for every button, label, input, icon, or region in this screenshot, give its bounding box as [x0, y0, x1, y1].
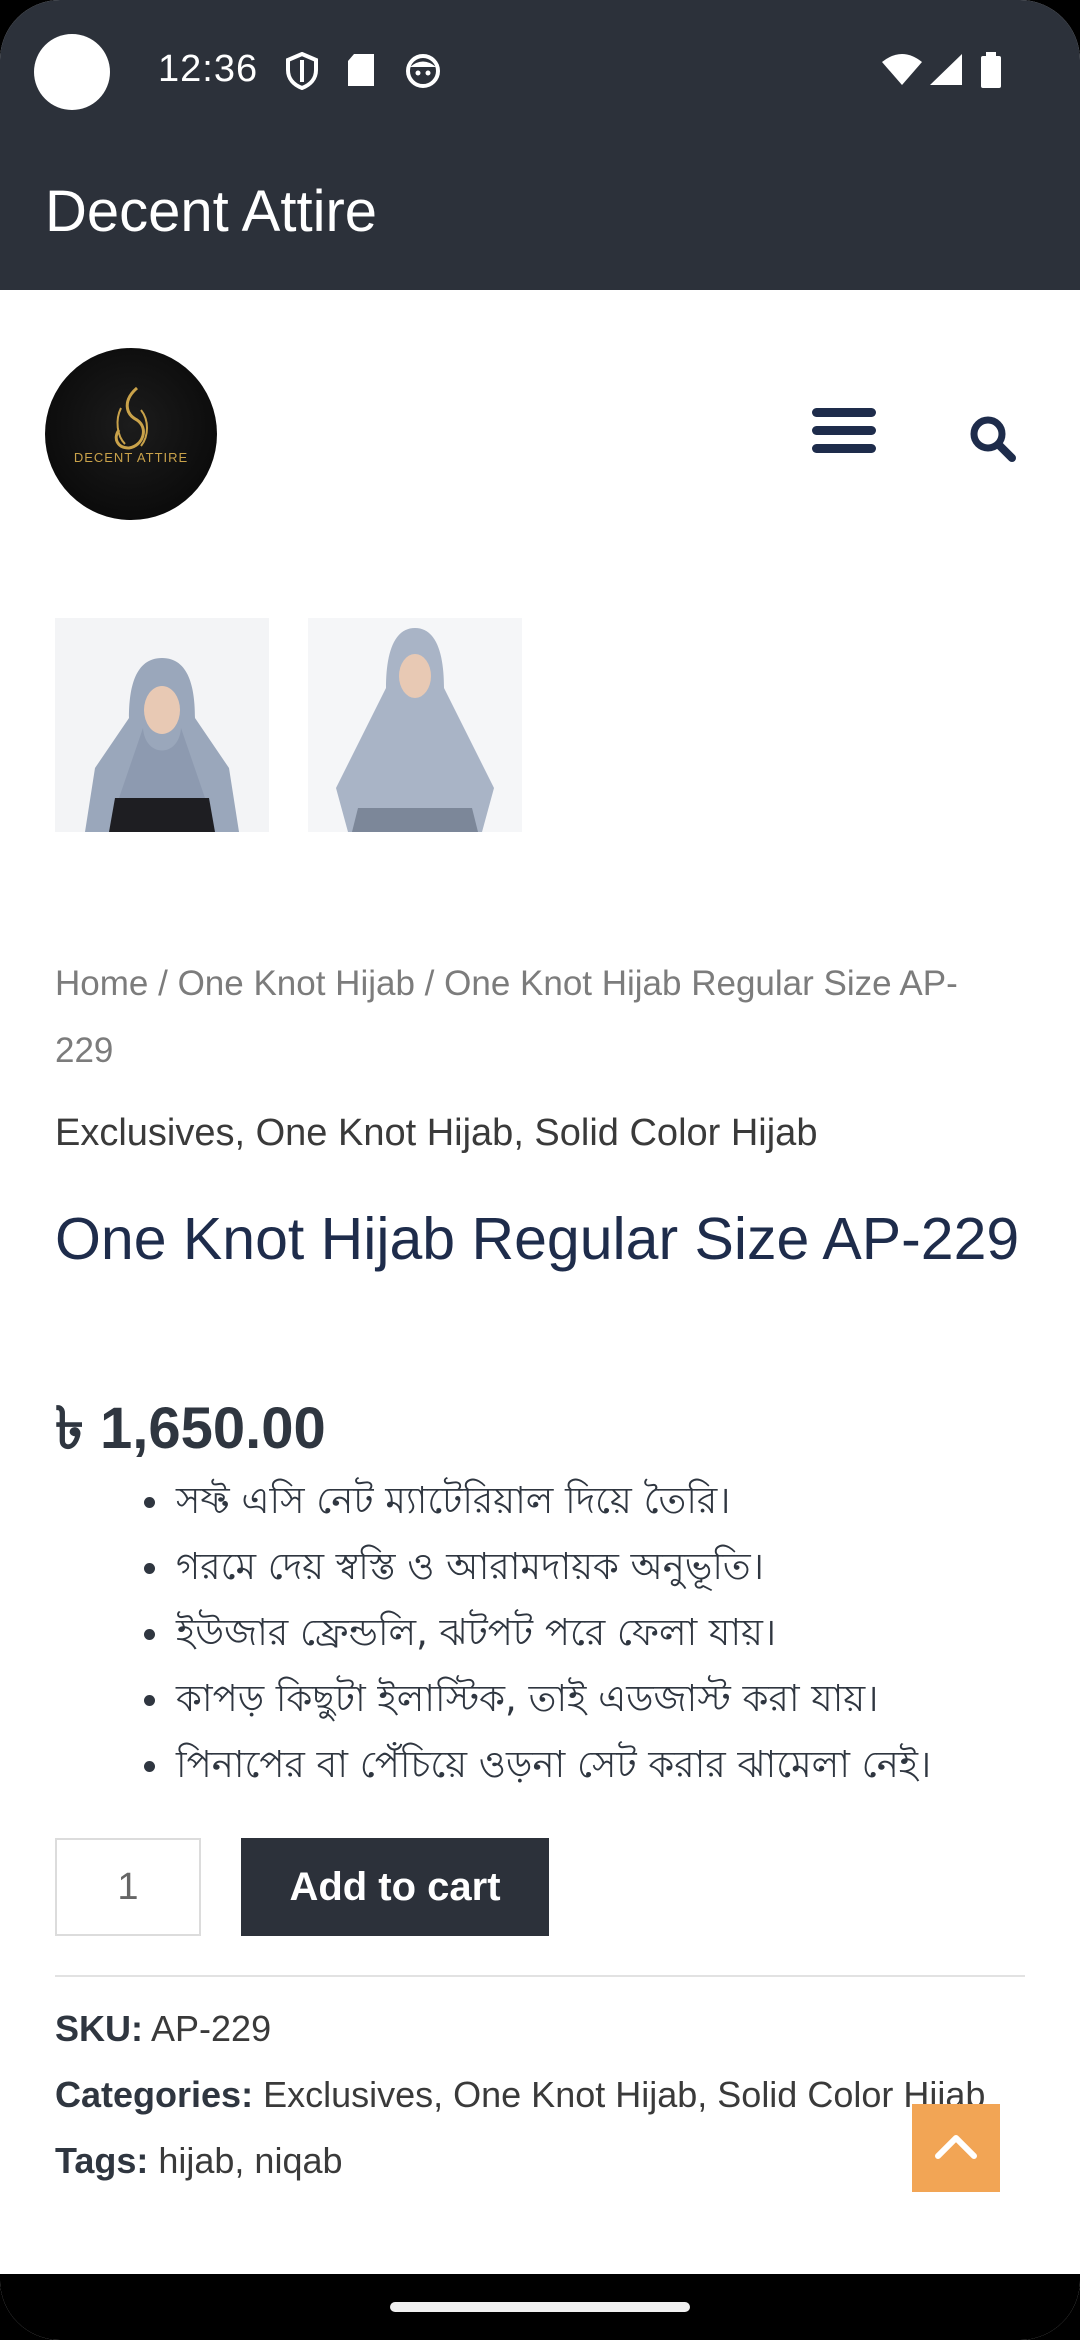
wifi-icon: [882, 54, 922, 85]
scroll-to-top-button[interactable]: [912, 2104, 1000, 2192]
tags-label: Tags:: [55, 2140, 149, 2181]
logo-mark-icon: [114, 386, 148, 450]
sku-row: SKU: AP-229: [55, 2008, 271, 2050]
divider: [55, 1975, 1025, 1977]
logo-text: DECENT ATTIRE: [73, 450, 189, 465]
feature-item: কাপড় কিছুটা ইলাস্টিক, তাই এডজাস্ট করা য…: [140, 1666, 931, 1732]
feature-item: সফ্ট এসি নেট ম্যাটেরিয়াল দিয়ে তৈরি।: [140, 1468, 931, 1534]
screen: 12:36 Decent Attire DECENT ATTIRE Home /…: [0, 0, 1080, 2340]
product-categories-links[interactable]: Exclusives, One Knot Hijab, Solid Color …: [55, 1112, 817, 1155]
breadcrumb: Home / One Knot Hijab / One Knot Hijab R…: [55, 950, 1015, 1084]
categories-label: Categories:: [55, 2074, 254, 2115]
breadcrumb-separator: /: [148, 964, 178, 1003]
face-icon: [406, 54, 440, 88]
app-bar: Decent Attire: [0, 142, 1080, 290]
status-bar: 12:36: [0, 0, 1080, 142]
search-button[interactable]: [968, 414, 1018, 464]
shield-icon: [286, 52, 318, 90]
menu-button[interactable]: [812, 408, 876, 458]
battery-icon: [981, 52, 1001, 88]
signal-icon: [930, 54, 962, 85]
chevron-up-icon: [935, 2135, 977, 2159]
add-to-cart-button[interactable]: Add to cart: [241, 1838, 549, 1936]
site-logo[interactable]: DECENT ATTIRE: [45, 348, 217, 520]
status-time: 12:36: [158, 48, 259, 90]
tags-row: Tags: hijab, niqab: [55, 2140, 343, 2182]
product-price: ৳ 1,650.00: [55, 1396, 326, 1461]
quantity-input[interactable]: [55, 1838, 201, 1936]
feature-item: ইউজার ফ্রেন্ডলি, ঝটপট পরে ফেলা যায়।: [140, 1600, 931, 1666]
sd-card-icon: [348, 54, 374, 86]
feature-item: পিনাপের বা পেঁচিয়ে ওড়না সেট করার ঝামেল…: [140, 1732, 931, 1798]
product-features-list: সফ্ট এসি নেট ম্যাটেরিয়াল দিয়ে তৈরি। গর…: [140, 1468, 931, 1798]
sku-label: SKU:: [55, 2008, 143, 2049]
product-thumbnail-2[interactable]: [308, 618, 522, 832]
camera-cutout: [34, 34, 110, 110]
hijab-photo-front: [55, 618, 269, 832]
tags-value[interactable]: hijab, niqab: [158, 2140, 342, 2181]
breadcrumb-separator: /: [414, 964, 445, 1003]
product-title: One Knot Hijab Regular Size AP-229: [55, 1206, 1020, 1272]
categories-row: Categories: Exclusives, One Knot Hijab, …: [55, 2074, 985, 2116]
hijab-photo-side: [308, 618, 522, 832]
system-nav-bar: [0, 2274, 1080, 2340]
breadcrumb-category[interactable]: One Knot Hijab: [178, 964, 415, 1003]
search-icon: [970, 416, 1016, 462]
app-title: Decent Attire: [45, 179, 378, 244]
categories-value[interactable]: Exclusives, One Knot Hijab, Solid Color …: [263, 2074, 985, 2115]
product-thumbnail-1[interactable]: [55, 618, 269, 832]
feature-item: গরমে দেয় স্বস্তি ও আরামদায়ক অনুভূতি।: [140, 1534, 931, 1600]
home-gesture-handle[interactable]: [390, 2302, 690, 2312]
sku-value: AP-229: [151, 2008, 272, 2049]
breadcrumb-home[interactable]: Home: [55, 964, 148, 1003]
menu-icon: [812, 408, 876, 453]
